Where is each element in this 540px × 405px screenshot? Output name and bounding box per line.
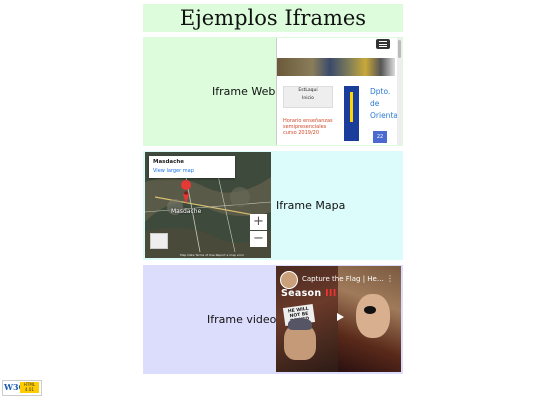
- person-figure: [284, 318, 316, 360]
- iframe-scrollbar[interactable]: [397, 38, 402, 145]
- html-version-label: HTML 4.01: [20, 382, 39, 393]
- news-link[interactable]: Horario enseñanzas semipresenciales curs…: [283, 118, 338, 136]
- w3c-validator-badge[interactable]: W3C HTML 4.01: [2, 380, 42, 396]
- iframe-web-label: Iframe Web: [212, 85, 276, 98]
- map-footer: Map Data Terms of Use Report a map error: [180, 253, 245, 257]
- pirate-figure: [356, 294, 390, 338]
- season-number: III: [325, 288, 337, 299]
- view-larger-map-link[interactable]: View larger map: [153, 168, 194, 174]
- page-title: Ejemplos Iframes: [143, 4, 403, 32]
- map-place-card: Masdache View larger map: [149, 156, 235, 178]
- site-banner-image: [277, 58, 395, 76]
- season-word: Season: [281, 288, 322, 299]
- video-iframe[interactable]: Capture the Flag | He… ⋮ Season III HE W…: [276, 266, 401, 372]
- season-text: Season III: [281, 288, 337, 299]
- hamburger-menu-icon[interactable]: [376, 39, 390, 49]
- department-link[interactable]: Dpto. de Orienta: [370, 86, 398, 122]
- breadcrumb-line1: EstLaquí: [298, 88, 318, 93]
- side-tile[interactable]: 22: [373, 131, 387, 143]
- map-town-label: Masdache: [171, 208, 202, 215]
- side-banner-image: [344, 86, 359, 141]
- web-iframe[interactable]: EstLaquí Inicio Horario enseñanzas semip…: [276, 38, 402, 145]
- channel-avatar-icon[interactable]: [280, 271, 298, 289]
- map-pin-icon: [181, 180, 192, 190]
- map-place-name: Masdache: [153, 159, 185, 165]
- iframe-video-label: Iframe video: [207, 313, 277, 326]
- zoom-in-button[interactable]: +: [250, 214, 267, 230]
- street-view-icon[interactable]: [150, 233, 168, 249]
- play-button-icon[interactable]: [332, 310, 347, 325]
- more-vert-icon[interactable]: ⋮: [386, 274, 394, 283]
- breadcrumb-box: EstLaquí Inicio: [283, 86, 333, 108]
- zoom-out-button[interactable]: −: [250, 231, 267, 247]
- breadcrumb-home-link[interactable]: Inicio: [284, 95, 332, 103]
- iframe-map-label: Iframe Mapa: [276, 199, 346, 212]
- map-iframe[interactable]: Masdache View larger map Masdache + − Ma…: [145, 152, 271, 258]
- video-title[interactable]: Capture the Flag | He…: [302, 275, 384, 283]
